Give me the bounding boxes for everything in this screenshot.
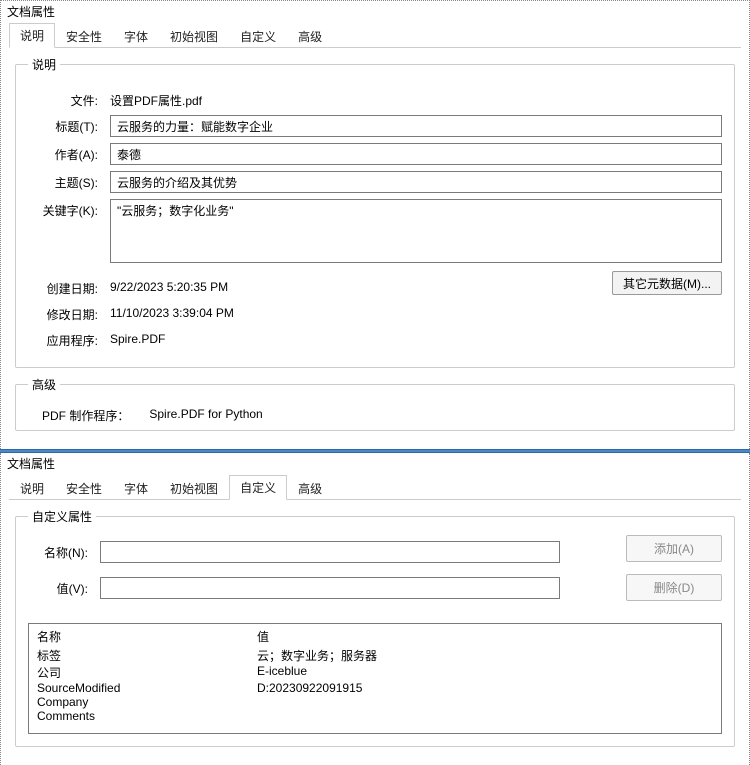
tab-security[interactable]: 安全性 — [55, 24, 113, 48]
tabs-bottom: 说明 安全性 字体 初始视图 自定义 高级 — [9, 476, 741, 500]
table-cell-value: 云；数字业务；服务器 — [257, 647, 713, 664]
tab-fonts[interactable]: 字体 — [113, 24, 159, 48]
tab-description-2[interactable]: 说明 — [9, 476, 55, 500]
producer-value: Spire.PDF for Python — [149, 407, 262, 424]
producer-label: PDF 制作程序： — [42, 407, 129, 424]
subject-label: 主题(S): — [28, 171, 98, 191]
table-row[interactable]: 标签 云；数字业务；服务器 — [37, 647, 713, 664]
table-cell-value: E-iceblue — [257, 664, 713, 681]
custom-props-table[interactable]: 名称 值 标签 云；数字业务；服务器 公司 E-iceblue SourceMo… — [28, 623, 722, 734]
table-row[interactable]: Comments — [37, 709, 713, 723]
tabs-top: 说明 安全性 字体 初始视图 自定义 高级 — [9, 24, 741, 48]
table-cell-value — [257, 695, 713, 709]
table-row[interactable]: Company — [37, 695, 713, 709]
table-cell-name: SourceModified — [37, 681, 257, 695]
keywords-input[interactable]: "云服务；数字化业务" — [110, 199, 722, 263]
table-header-name: 名称 — [37, 628, 257, 645]
table-cell-name: Comments — [37, 709, 257, 723]
title-label: 标题(T): — [28, 115, 98, 135]
modified-value: 11/10/2023 3:39:04 PM — [110, 303, 600, 320]
tab-advanced-2[interactable]: 高级 — [287, 476, 333, 500]
table-row[interactable]: SourceModified D:20230922091915 — [37, 681, 713, 695]
custom-value-input[interactable] — [100, 577, 560, 599]
table-cell-value — [257, 709, 713, 723]
custom-value-label: 值(V): — [28, 577, 88, 597]
tab-initialview-2[interactable]: 初始视图 — [159, 476, 229, 500]
author-label: 作者(A): — [28, 143, 98, 163]
title-input[interactable] — [110, 115, 722, 137]
window-title-2: 文档属性 — [1, 453, 749, 476]
tab-description[interactable]: 说明 — [9, 23, 55, 48]
tab-initialview[interactable]: 初始视图 — [159, 24, 229, 48]
table-cell-name: 标签 — [37, 647, 257, 664]
keywords-label: 关键字(K): — [28, 199, 98, 219]
custom-props-group-title: 自定义属性 — [28, 508, 96, 525]
custom-name-label: 名称(N): — [28, 541, 88, 561]
file-label: 文件: — [28, 89, 98, 109]
add-button[interactable]: 添加(A) — [626, 535, 722, 562]
description-group-title: 说明 — [28, 56, 60, 73]
doc-properties-panel-top: 文档属性 说明 安全性 字体 初始视图 自定义 高级 说明 文件: 设置PDF属… — [0, 0, 750, 449]
tab-custom-2[interactable]: 自定义 — [229, 475, 287, 500]
table-cell-value: D:20230922091915 — [257, 681, 713, 695]
table-cell-name: Company — [37, 695, 257, 709]
file-value: 设置PDF属性.pdf — [110, 89, 722, 109]
created-value: 9/22/2023 5:20:35 PM — [110, 277, 600, 294]
app-label: 应用程序: — [28, 329, 98, 349]
custom-tab-body: 自定义属性 名称(N): 值(V): 添加(A) 删除(D) — [1, 500, 749, 765]
description-tab-body: 说明 文件: 设置PDF属性.pdf 标题(T): 作者(A): 主题(S): … — [1, 48, 749, 449]
tab-fonts-2[interactable]: 字体 — [113, 476, 159, 500]
created-label: 创建日期: — [28, 277, 98, 297]
custom-props-group: 自定义属性 名称(N): 值(V): 添加(A) 删除(D) — [15, 508, 735, 747]
modified-label: 修改日期: — [28, 303, 98, 323]
table-header-value: 值 — [257, 628, 713, 645]
advanced-group-title: 高级 — [28, 376, 60, 393]
author-input[interactable] — [110, 143, 722, 165]
app-value: Spire.PDF — [110, 329, 600, 346]
tab-advanced[interactable]: 高级 — [287, 24, 333, 48]
window-title: 文档属性 — [1, 1, 749, 24]
delete-button[interactable]: 删除(D) — [626, 574, 722, 601]
advanced-group: 高级 PDF 制作程序： Spire.PDF for Python — [15, 376, 735, 431]
subject-input[interactable] — [110, 171, 722, 193]
doc-properties-panel-bottom: 文档属性 说明 安全性 字体 初始视图 自定义 高级 自定义属性 名称(N): … — [0, 453, 750, 765]
custom-name-input[interactable] — [100, 541, 560, 563]
tab-custom[interactable]: 自定义 — [229, 24, 287, 48]
more-metadata-button[interactable]: 其它元数据(M)... — [612, 271, 722, 295]
description-group: 说明 文件: 设置PDF属性.pdf 标题(T): 作者(A): 主题(S): … — [15, 56, 735, 368]
tab-security-2[interactable]: 安全性 — [55, 476, 113, 500]
table-cell-name: 公司 — [37, 664, 257, 681]
table-row[interactable]: 公司 E-iceblue — [37, 664, 713, 681]
